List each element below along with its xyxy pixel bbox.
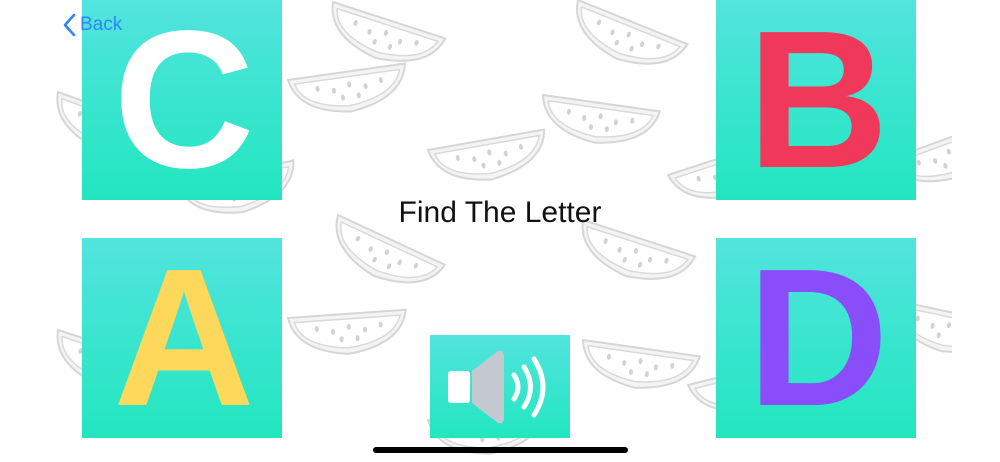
letter-tile-b[interactable]: B xyxy=(716,0,916,200)
home-indicator[interactable] xyxy=(373,447,628,453)
speaker-icon xyxy=(448,350,546,423)
letter-tile-a[interactable]: A xyxy=(82,238,282,438)
back-label: Back xyxy=(80,14,123,35)
letter-a: A xyxy=(113,238,255,438)
chevron-left-icon xyxy=(63,13,76,37)
letter-tile-d[interactable]: D xyxy=(716,238,916,438)
letter-b: B xyxy=(747,0,889,200)
letter-d: D xyxy=(747,238,889,438)
find-the-letter-prompt: Find The Letter xyxy=(398,196,602,229)
back-button[interactable]: Back xyxy=(62,13,122,37)
play-sound-button[interactable] xyxy=(430,335,570,438)
